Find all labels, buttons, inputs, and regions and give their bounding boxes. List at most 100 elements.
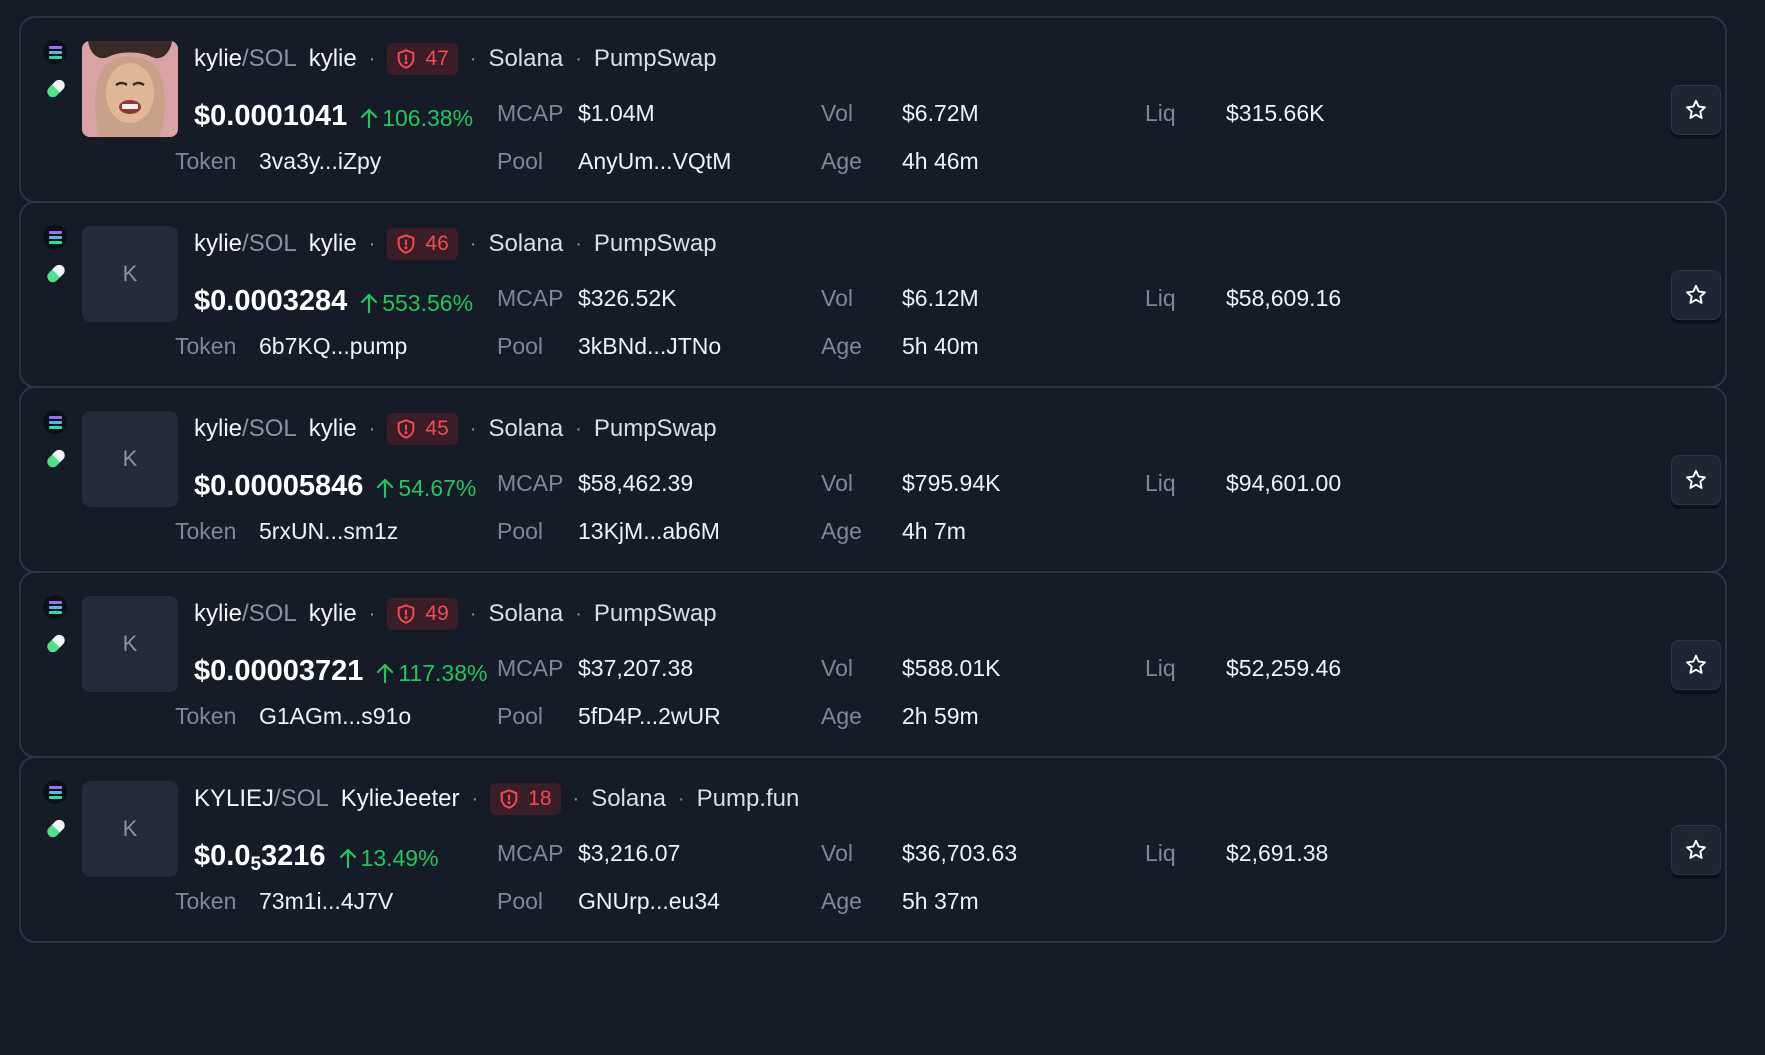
risk-score: 18 bbox=[528, 787, 552, 810]
token-address[interactable]: 5rxUN...sm1z bbox=[259, 518, 398, 545]
price-change-value: 553.56% bbox=[382, 289, 474, 316]
risk-badge[interactable]: 47 bbox=[387, 43, 458, 75]
favorite-button[interactable] bbox=[1671, 825, 1721, 875]
token-card-2[interactable]: K kylie / SOL kylie · 46 · Solana · Pump… bbox=[19, 201, 1727, 388]
pair-base[interactable]: kylie bbox=[194, 45, 242, 73]
pill-icon bbox=[43, 261, 67, 285]
star-icon bbox=[1686, 469, 1706, 489]
separator-dot: · bbox=[575, 602, 582, 625]
pool-label: Pool bbox=[497, 888, 544, 914]
age-value: 4h 46m bbox=[902, 148, 979, 174]
age-value: 5h 37m bbox=[902, 888, 979, 914]
chain-icons bbox=[43, 40, 71, 100]
volume-value: $588.01K bbox=[902, 655, 1001, 681]
liquidity-value: $2,691.38 bbox=[1226, 840, 1329, 866]
solana-icon bbox=[43, 410, 67, 434]
price-main: $0.0003284 bbox=[194, 285, 348, 317]
volume-value: $795.94K bbox=[902, 470, 1001, 496]
pill-icon bbox=[43, 816, 67, 840]
token-card-1[interactable]: kylie / SOL kylie · 47 · Solana · PumpSw… bbox=[19, 16, 1727, 203]
pair-base[interactable]: kylie bbox=[194, 230, 242, 258]
token-card-3[interactable]: K kylie / SOL kylie · 45 · Solana · Pump… bbox=[19, 386, 1727, 573]
price-change: 13.49% bbox=[338, 845, 439, 872]
risk-score: 49 bbox=[425, 602, 449, 625]
chain-name: Solana bbox=[488, 45, 564, 72]
token-address[interactable]: 3va3y...iZpy bbox=[259, 148, 381, 175]
price-main: $0.00003721 bbox=[194, 655, 364, 687]
price-change-value: 54.67% bbox=[398, 474, 477, 501]
star-icon bbox=[1686, 99, 1706, 119]
token-address[interactable]: 73m1i...4J7V bbox=[259, 888, 393, 915]
volume-label: Vol bbox=[821, 100, 853, 126]
risk-score: 45 bbox=[425, 417, 449, 440]
favorite-button[interactable] bbox=[1671, 640, 1721, 690]
liquidity-label: Liq bbox=[1145, 840, 1176, 866]
liquidity-value: $94,601.00 bbox=[1226, 470, 1342, 496]
price-change-value: 13.49% bbox=[360, 844, 439, 871]
token-address[interactable]: 6b7KQ...pump bbox=[259, 333, 407, 360]
token-name: KylieJeeter bbox=[340, 785, 460, 812]
liquidity-label: Liq bbox=[1145, 100, 1176, 126]
avatar-photo bbox=[82, 41, 178, 137]
liquidity-value: $52,259.46 bbox=[1226, 655, 1342, 681]
age-label: Age bbox=[821, 888, 862, 914]
favorite-button[interactable] bbox=[1671, 455, 1721, 505]
chain-name: Solana bbox=[488, 230, 564, 257]
pool-address[interactable]: GNUrp...eu34 bbox=[578, 888, 720, 915]
chain-name: Solana bbox=[488, 415, 564, 442]
pill-icon bbox=[43, 76, 67, 100]
token-label: Token bbox=[175, 333, 237, 359]
token-avatar-image bbox=[82, 41, 178, 137]
separator-dot: · bbox=[575, 47, 582, 70]
token-label: Token bbox=[175, 703, 237, 729]
favorite-button[interactable] bbox=[1671, 270, 1721, 320]
token-avatar: K bbox=[82, 781, 178, 877]
pool-address[interactable]: AnyUm...VQtM bbox=[578, 148, 731, 175]
list-top-edge bbox=[0, 0, 1765, 12]
arrow-up-icon bbox=[361, 108, 378, 129]
mcap-label: MCAP bbox=[497, 285, 564, 311]
separator-dot: · bbox=[469, 232, 477, 255]
pool-address[interactable]: 5fD4P...2wUR bbox=[578, 703, 721, 730]
pair-base[interactable]: kylie bbox=[194, 600, 242, 628]
price-value: $0.00005846 bbox=[194, 470, 363, 506]
arrow-up-icon bbox=[377, 478, 394, 499]
risk-badge[interactable]: 18 bbox=[490, 783, 561, 815]
price-main: $0.0 bbox=[194, 840, 251, 872]
token-card-4[interactable]: K kylie / SOL kylie · 49 · Solana · Pump… bbox=[19, 571, 1727, 758]
pool-address[interactable]: 3kBNd...JTNo bbox=[578, 333, 721, 360]
liquidity-label: Liq bbox=[1145, 655, 1176, 681]
pair-line: kylie / SOL kylie · 49 · Solana · PumpSw… bbox=[194, 597, 717, 631]
dex-name: PumpSwap bbox=[593, 415, 717, 442]
pair-separator: / bbox=[242, 600, 249, 627]
token-list: kylie / SOL kylie · 47 · Solana · PumpSw… bbox=[0, 0, 1765, 1055]
token-label: Token bbox=[175, 148, 237, 174]
age-value: 5h 40m bbox=[902, 333, 979, 359]
pair-separator: / bbox=[242, 415, 249, 442]
solana-icon bbox=[43, 225, 67, 249]
separator-dot: · bbox=[469, 602, 477, 625]
mcap-value: $58,462.39 bbox=[578, 470, 694, 496]
volume-value: $36,703.63 bbox=[902, 840, 1018, 866]
token-address[interactable]: G1AGm...s91o bbox=[259, 703, 411, 730]
mcap-value: $37,207.38 bbox=[578, 655, 694, 681]
solana-icon bbox=[43, 595, 67, 619]
pair-base[interactable]: kylie bbox=[194, 415, 242, 443]
shield-icon bbox=[398, 49, 415, 69]
mcap-value: $1.04M bbox=[578, 100, 655, 126]
risk-score: 46 bbox=[425, 232, 449, 255]
pair-base[interactable]: KYLIEJ bbox=[194, 785, 274, 813]
price-change: 553.56% bbox=[359, 290, 473, 317]
pool-label: Pool bbox=[497, 703, 544, 729]
risk-badge[interactable]: 46 bbox=[387, 228, 458, 260]
token-avatar: K bbox=[82, 411, 178, 507]
volume-label: Vol bbox=[821, 285, 853, 311]
risk-badge[interactable]: 45 bbox=[387, 413, 458, 445]
pool-address[interactable]: 13KjM...ab6M bbox=[578, 518, 720, 545]
pill-icon bbox=[43, 446, 67, 470]
risk-badge[interactable]: 49 bbox=[387, 598, 458, 630]
pool-label: Pool bbox=[497, 333, 544, 359]
token-card-5[interactable]: K KYLIEJ / SOL KylieJeeter · 18 · Solana… bbox=[19, 756, 1727, 943]
favorite-button[interactable] bbox=[1671, 85, 1721, 135]
token-label: Token bbox=[175, 518, 237, 544]
